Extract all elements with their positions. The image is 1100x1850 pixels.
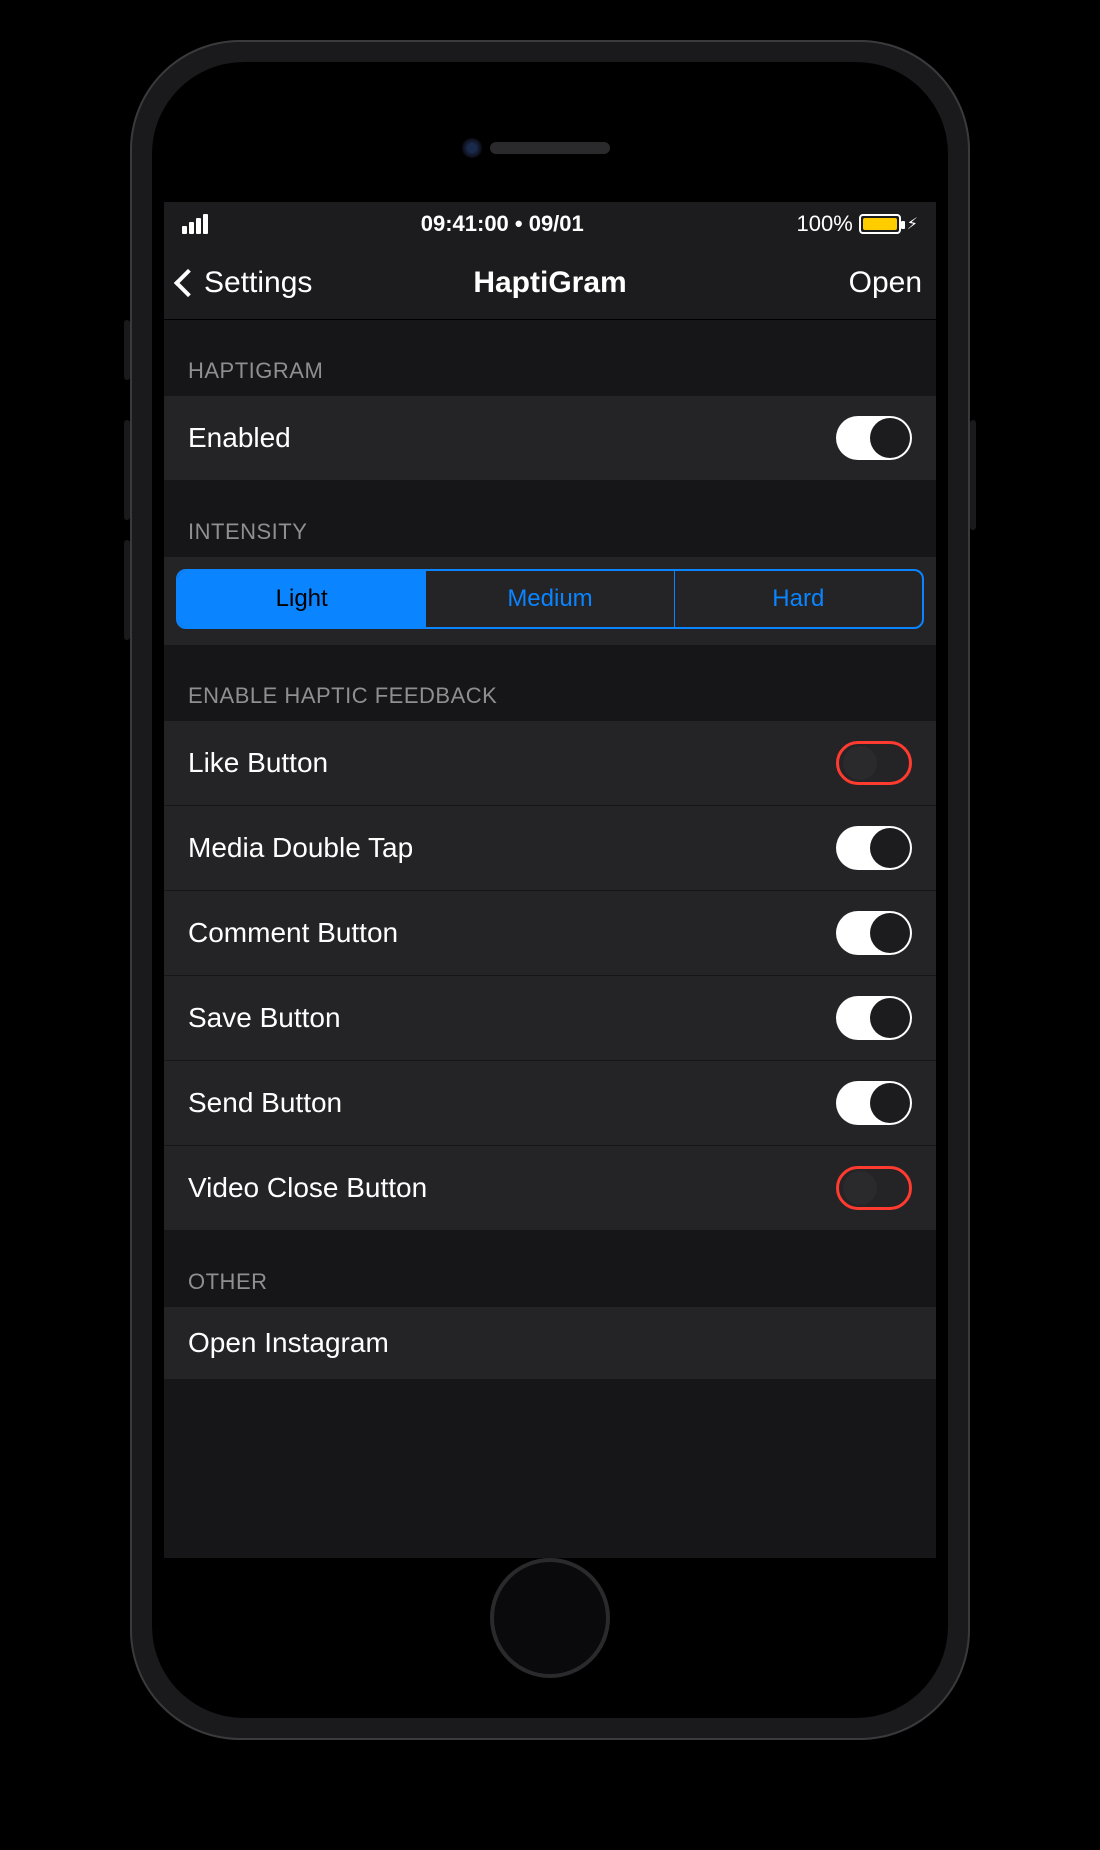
- front-camera: [462, 138, 482, 158]
- open-instagram-label: Open Instagram: [188, 1327, 389, 1359]
- chevron-left-icon: [174, 268, 202, 296]
- signal-icon: [182, 214, 208, 234]
- like-button-toggle[interactable]: [836, 741, 912, 785]
- save-button-toggle[interactable]: [836, 996, 912, 1040]
- send-button-toggle[interactable]: [836, 1081, 912, 1125]
- battery-percent: 100%: [796, 211, 852, 237]
- screen: 09:41:00 • 09/01 100% ⚡︎ Settings HaptiG…: [164, 202, 936, 1558]
- video-close-button-toggle[interactable]: [836, 1166, 912, 1210]
- video-close-button-label: Video Close Button: [188, 1172, 427, 1204]
- segment-medium[interactable]: Medium: [426, 571, 674, 627]
- section-header-intensity: INTENSITY: [164, 481, 936, 557]
- open-button[interactable]: Open: [742, 266, 922, 300]
- media-double-tap-toggle[interactable]: [836, 826, 912, 870]
- charging-icon: ⚡︎: [907, 214, 918, 234]
- battery-icon: [859, 214, 901, 234]
- send-button-label: Send Button: [188, 1087, 342, 1119]
- back-label: Settings: [204, 266, 312, 300]
- comment-button-toggle[interactable]: [836, 911, 912, 955]
- enabled-toggle[interactable]: [836, 416, 912, 460]
- phone-frame: 09:41:00 • 09/01 100% ⚡︎ Settings HaptiG…: [130, 40, 970, 1740]
- content-scroll[interactable]: HAPTIGRAM Enabled INTENSITY Light Medium…: [164, 320, 936, 1558]
- segment-light[interactable]: Light: [178, 571, 426, 627]
- like-button-label: Like Button: [188, 747, 328, 779]
- section-header-haptigram: HAPTIGRAM: [164, 320, 936, 396]
- section-header-other: OTHER: [164, 1231, 936, 1307]
- power-button: [970, 420, 976, 530]
- save-button-label: Save Button: [188, 1002, 341, 1034]
- row-open-instagram[interactable]: Open Instagram: [164, 1307, 936, 1379]
- volume-down-button: [124, 540, 130, 640]
- row-video-close-button: Video Close Button: [164, 1146, 936, 1231]
- status-time: 09:41:00 • 09/01: [421, 211, 584, 237]
- row-enabled: Enabled: [164, 396, 936, 481]
- section-header-feedback: ENABLE HAPTIC FEEDBACK: [164, 645, 936, 721]
- comment-button-label: Comment Button: [188, 917, 398, 949]
- enabled-label: Enabled: [188, 422, 291, 454]
- nav-bar: Settings HaptiGram Open: [164, 246, 936, 320]
- page-title: HaptiGram: [358, 266, 742, 300]
- media-double-tap-label: Media Double Tap: [188, 832, 413, 864]
- volume-up-button: [124, 420, 130, 520]
- segment-hard[interactable]: Hard: [675, 571, 922, 627]
- status-bar: 09:41:00 • 09/01 100% ⚡︎: [164, 202, 936, 246]
- mute-switch: [124, 320, 130, 380]
- speaker-grille: [490, 142, 610, 154]
- row-send-button: Send Button: [164, 1061, 936, 1146]
- intensity-segmented-control: Light Medium Hard: [176, 569, 924, 629]
- home-button[interactable]: [490, 1558, 610, 1678]
- back-button[interactable]: Settings: [178, 266, 358, 300]
- row-save-button: Save Button: [164, 976, 936, 1061]
- row-comment-button: Comment Button: [164, 891, 936, 976]
- row-media-double-tap: Media Double Tap: [164, 806, 936, 891]
- row-like-button: Like Button: [164, 721, 936, 806]
